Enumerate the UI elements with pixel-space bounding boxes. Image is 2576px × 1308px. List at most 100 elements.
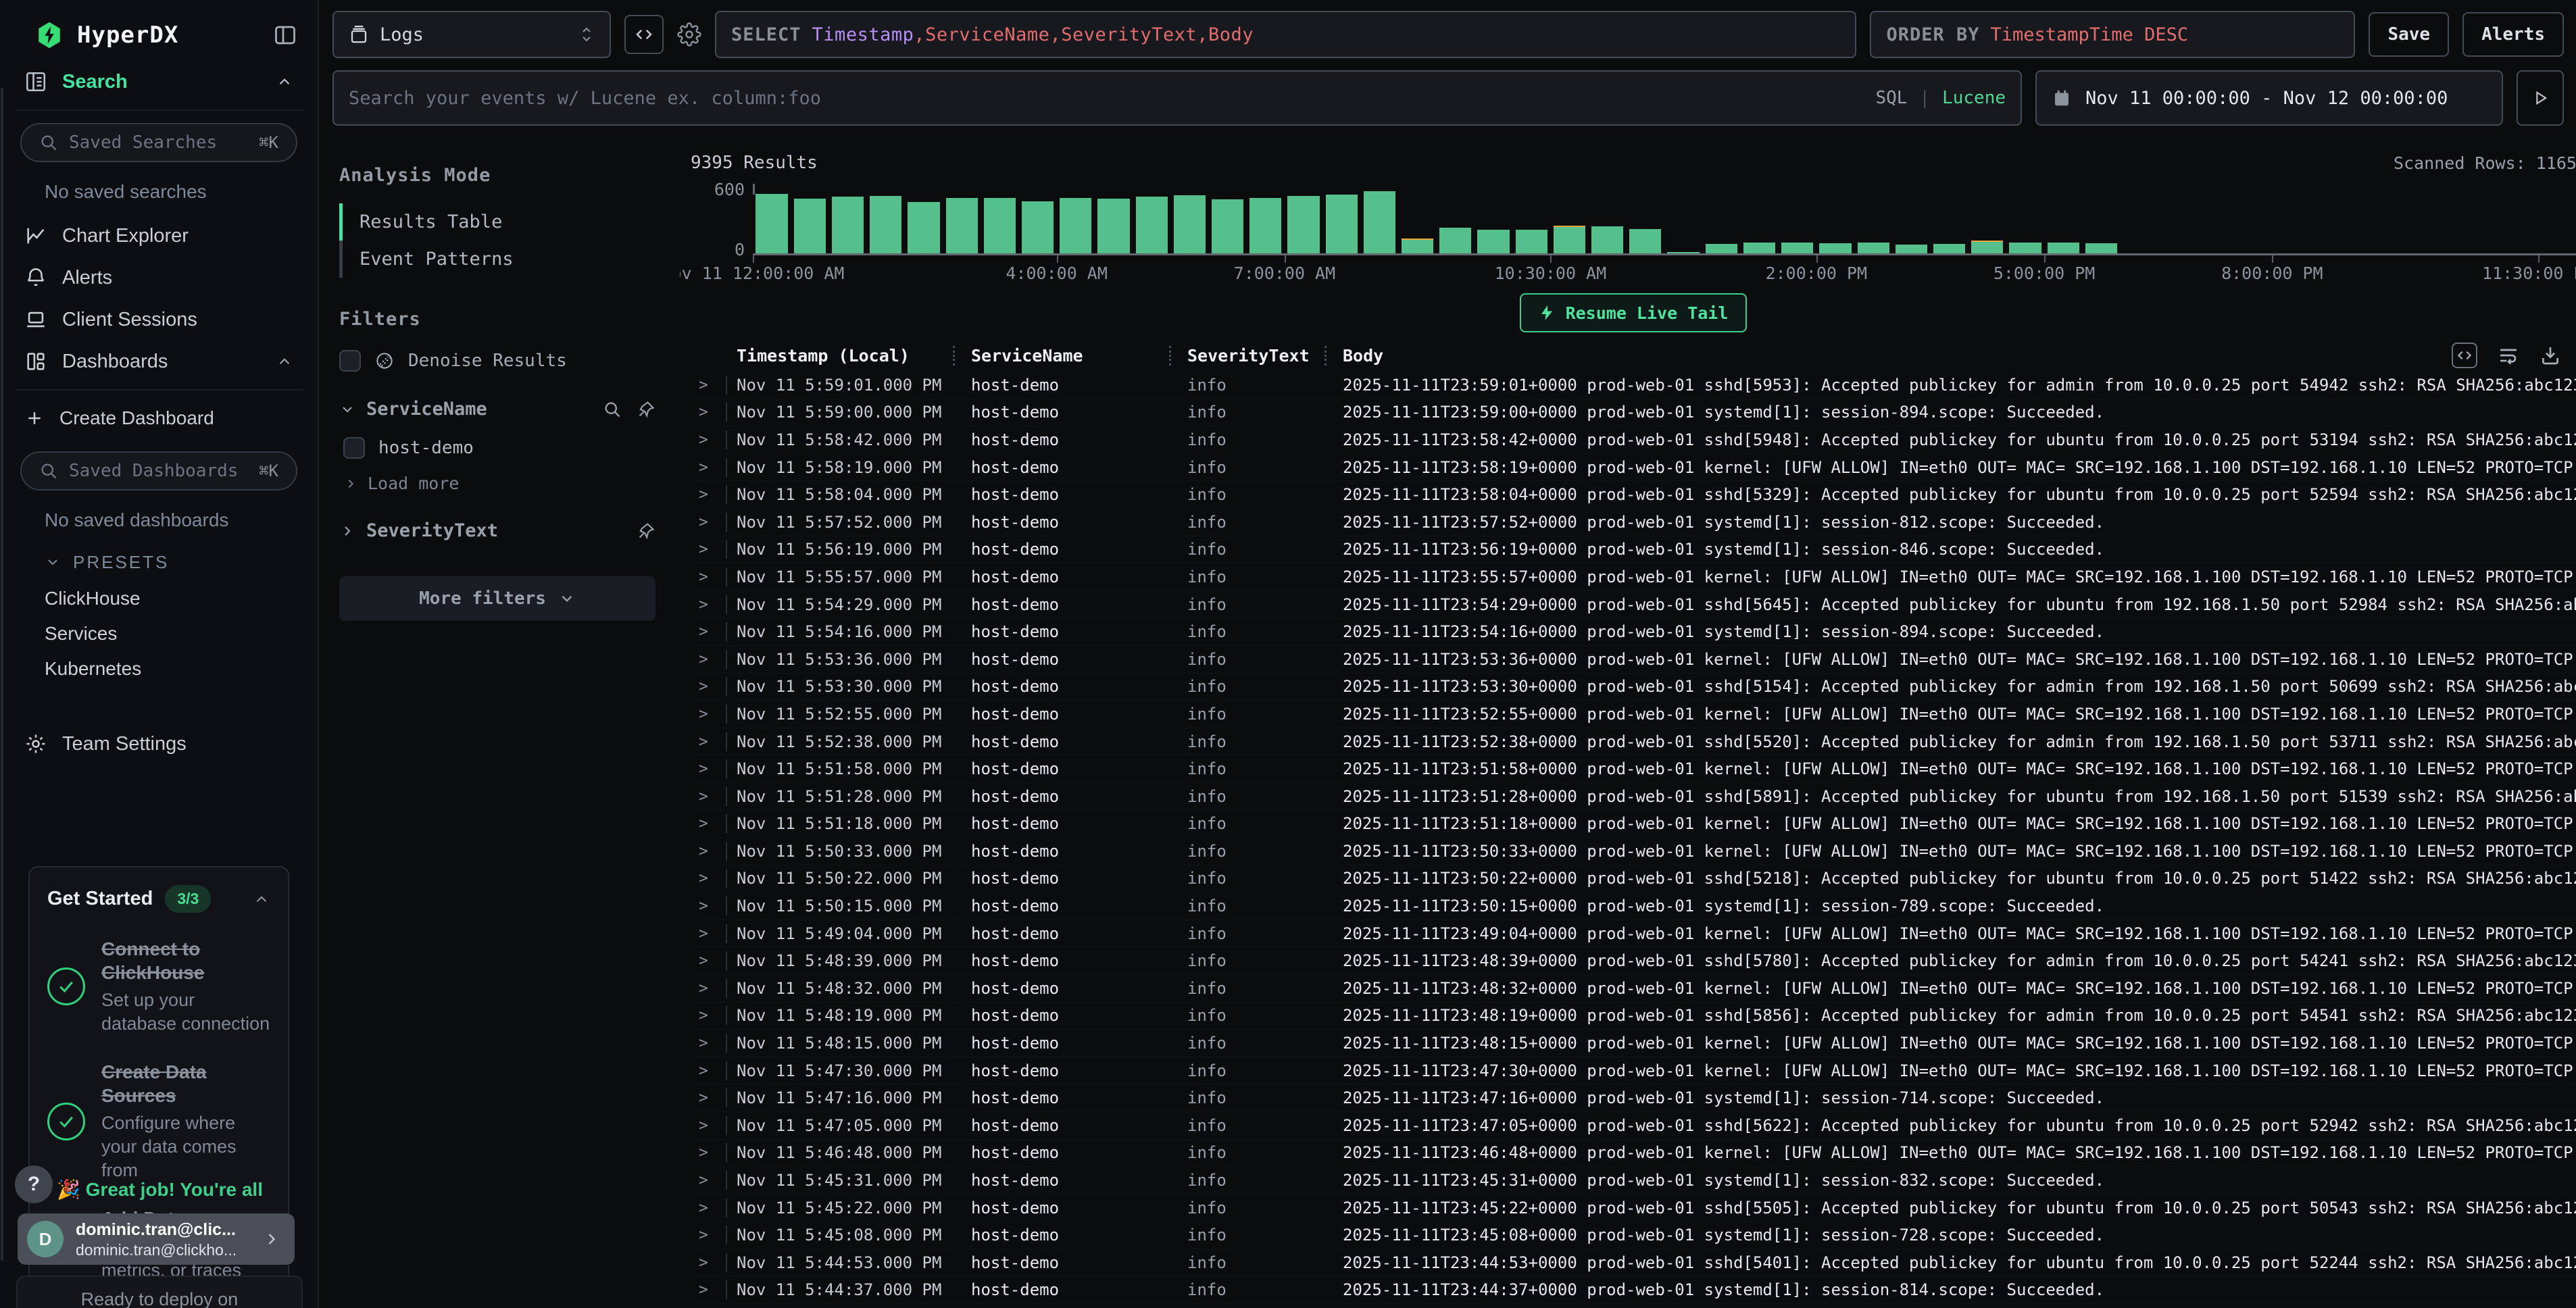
table-row[interactable]: >Nov 11 5:51:28.000 PMhost-demoinfo2025-…	[691, 783, 2576, 811]
row-expander-icon[interactable]: >	[691, 870, 726, 887]
row-expander-icon[interactable]: >	[691, 486, 726, 503]
row-expander-icon[interactable]: >	[691, 1254, 726, 1272]
histogram-bar[interactable]	[2009, 185, 2041, 253]
table-row[interactable]: >Nov 11 5:50:22.000 PMhost-demoinfo2025-…	[691, 865, 2576, 893]
histogram-bar[interactable]	[1858, 185, 1889, 253]
table-row[interactable]: >Nov 11 5:56:19.000 PMhost-demoinfo2025-…	[691, 536, 2576, 564]
sidebar-item-dashboards[interactable]: Dashboards	[15, 341, 303, 382]
table-row[interactable]: >Nov 11 5:45:31.000 PMhost-demoinfo2025-…	[691, 1167, 2576, 1194]
table-row[interactable]: >Nov 11 5:53:30.000 PMhost-demoinfo2025-…	[691, 674, 2576, 701]
more-filters-button[interactable]: More filters	[339, 576, 655, 621]
chevron-up-icon[interactable]	[276, 353, 293, 370]
help-button[interactable]: ?	[15, 1165, 53, 1203]
denoise-checkbox[interactable]	[339, 350, 361, 372]
histogram-bar[interactable]	[1097, 185, 1129, 253]
table-row[interactable]: >Nov 11 5:49:04.000 PMhost-demoinfo2025-…	[691, 920, 2576, 948]
row-expander-icon[interactable]: >	[691, 842, 726, 860]
histogram-bar[interactable]	[1249, 185, 1281, 253]
saved-dashboards-search[interactable]: ⌘K	[20, 451, 297, 490]
table-row[interactable]: >Nov 11 5:58:04.000 PMhost-demoinfo2025-…	[691, 481, 2576, 509]
histogram-bar[interactable]	[1477, 185, 1509, 253]
table-row[interactable]: >Nov 11 5:54:29.000 PMhost-demoinfo2025-…	[691, 591, 2576, 619]
wrap-text-icon[interactable]	[2498, 345, 2519, 366]
run-query-button[interactable]	[2517, 70, 2564, 126]
row-expander-icon[interactable]: >	[691, 1281, 726, 1299]
table-row[interactable]: >Nov 11 5:58:19.000 PMhost-demoinfo2025-…	[691, 454, 2576, 482]
row-expander-icon[interactable]: >	[691, 815, 726, 832]
create-dashboard-button[interactable]: Create Dashboard	[15, 397, 303, 439]
row-expander-icon[interactable]: >	[691, 596, 726, 613]
table-row[interactable]: >Nov 11 5:51:58.000 PMhost-demoinfo2025-…	[691, 755, 2576, 783]
table-row[interactable]: >Nov 11 5:45:08.000 PMhost-demoinfo2025-…	[691, 1222, 2576, 1249]
row-expander-icon[interactable]: >	[691, 376, 726, 394]
preset-services[interactable]: Services	[15, 616, 303, 651]
mode-results-table[interactable]: Results Table	[339, 203, 655, 241]
histogram-bar[interactable]	[1554, 185, 1585, 253]
table-row[interactable]: >Nov 11 5:47:30.000 PMhost-demoinfo2025-…	[691, 1057, 2576, 1085]
alerts-button[interactable]: Alerts	[2462, 12, 2564, 57]
code-editor-button[interactable]	[624, 15, 664, 54]
histogram-bar[interactable]	[1933, 185, 1965, 253]
filter-search-icon[interactable]	[603, 400, 622, 419]
table-row[interactable]: >Nov 11 5:58:42.000 PMhost-demoinfo2025-…	[691, 426, 2576, 454]
pin-icon[interactable]	[637, 522, 655, 540]
time-range-picker[interactable]: Nov 11 00:00:00 - Nov 12 00:00:00	[2035, 70, 2503, 126]
lucene-toggle[interactable]: Lucene	[1942, 88, 2006, 108]
row-expander-icon[interactable]: >	[691, 623, 726, 640]
row-expander-icon[interactable]: >	[691, 1117, 726, 1134]
histogram-bar[interactable]	[870, 185, 901, 253]
table-row[interactable]: >Nov 11 5:47:05.000 PMhost-demoinfo2025-…	[691, 1112, 2576, 1140]
source-select[interactable]: Logs	[332, 11, 611, 58]
row-expander-icon[interactable]: >	[691, 651, 726, 668]
row-expander-icon[interactable]: >	[691, 459, 726, 476]
table-row[interactable]: >Nov 11 5:51:18.000 PMhost-demoinfo2025-…	[691, 811, 2576, 838]
mode-event-patterns[interactable]: Event Patterns	[339, 241, 655, 278]
row-expander-icon[interactable]: >	[691, 760, 726, 778]
row-expander-icon[interactable]: >	[691, 678, 726, 695]
histogram-bar[interactable]	[946, 185, 978, 253]
histogram-bar[interactable]	[1516, 185, 1547, 253]
get-started-step[interactable]: Connect to ClickHouse Set up your databa…	[47, 937, 270, 1036]
table-row[interactable]: >Nov 11 5:57:52.000 PMhost-demoinfo2025-…	[691, 509, 2576, 536]
histogram-bar[interactable]	[1819, 185, 1851, 253]
orderby-input[interactable]: ORDER BY TimestampTime DESC	[1870, 11, 2355, 58]
preset-clickhouse[interactable]: ClickHouse	[15, 581, 303, 616]
table-row[interactable]: >Nov 11 5:50:33.000 PMhost-demoinfo2025-…	[691, 838, 2576, 865]
resume-live-tail-button[interactable]: Resume Live Tail	[1520, 293, 1748, 332]
chevron-up-icon[interactable]	[276, 73, 293, 91]
row-expander-icon[interactable]: >	[691, 952, 726, 970]
save-button[interactable]: Save	[2369, 12, 2449, 57]
row-expander-icon[interactable]: >	[691, 1007, 726, 1024]
chevron-up-icon[interactable]	[253, 890, 270, 908]
preset-kubernetes[interactable]: Kubernetes	[15, 651, 303, 686]
row-expander-icon[interactable]: >	[691, 1226, 726, 1244]
histogram-bar[interactable]	[984, 185, 1016, 253]
query-settings-gear-icon[interactable]	[677, 22, 701, 47]
table-row[interactable]: >Nov 11 5:45:22.000 PMhost-demoinfo2025-…	[691, 1194, 2576, 1222]
histogram-bar[interactable]	[794, 185, 826, 253]
table-row[interactable]: >Nov 11 5:44:37.000 PMhost-demoinfo2025-…	[691, 1277, 2576, 1305]
histogram-bar[interactable]	[1212, 185, 1243, 253]
row-expander-icon[interactable]: >	[691, 1089, 726, 1107]
column-header-body[interactable]: Body	[1324, 346, 1383, 366]
column-header-timestamp[interactable]: Timestamp (Local)	[726, 346, 953, 366]
table-row[interactable]: >Nov 11 5:54:16.000 PMhost-demoinfo2025-…	[691, 618, 2576, 646]
histogram-bar[interactable]	[908, 185, 939, 253]
row-expander-icon[interactable]: >	[691, 1062, 726, 1080]
column-header-servicename[interactable]: ServiceName	[953, 346, 1169, 366]
histogram-bar[interactable]	[1060, 185, 1091, 253]
table-row[interactable]: >Nov 11 5:44:53.000 PMhost-demoinfo2025-…	[691, 1249, 2576, 1277]
histogram-bar[interactable]	[1971, 185, 2003, 253]
presets-header[interactable]: PRESETS	[15, 543, 303, 581]
histogram-bar[interactable]	[2085, 185, 2117, 253]
histogram-bar[interactable]	[1136, 185, 1168, 253]
table-row[interactable]: >Nov 11 5:46:48.000 PMhost-demoinfo2025-…	[691, 1140, 2576, 1167]
column-header-severitytext[interactable]: SeverityText	[1169, 346, 1324, 366]
histogram-bar[interactable]	[1781, 185, 1813, 253]
saved-searches-search[interactable]: ⌘K	[20, 123, 297, 162]
denoise-results-option[interactable]: Denoise Results	[339, 350, 655, 372]
histogram-bar[interactable]	[1743, 185, 1775, 253]
histogram-bar[interactable]	[1402, 185, 1433, 253]
row-expander-icon[interactable]: >	[691, 540, 726, 558]
sidebar-item-alerts[interactable]: Alerts	[15, 257, 303, 299]
